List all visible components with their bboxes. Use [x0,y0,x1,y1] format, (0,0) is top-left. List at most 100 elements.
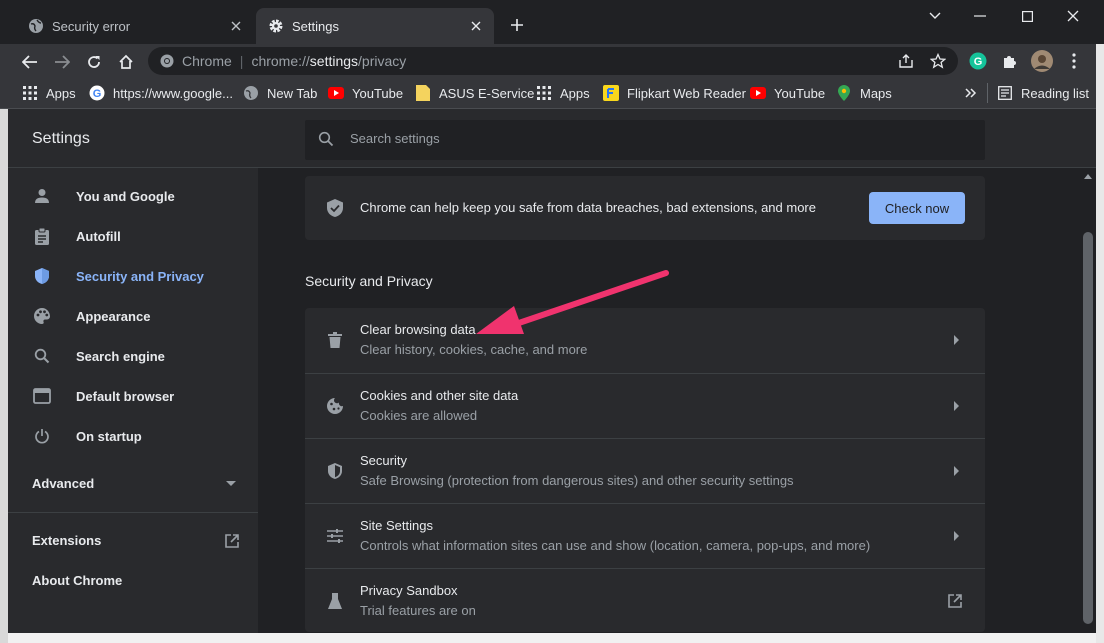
row-title: Security [360,453,407,468]
bookmark-new-tab[interactable]: New Tab [243,84,317,102]
annotation-arrow [470,268,670,340]
check-now-button[interactable]: Check now [869,192,965,224]
bookmark-label: Apps [560,85,590,101]
bookmark-asus[interactable]: ASUS E-Service [415,84,534,102]
row-title: Site Settings [360,518,433,533]
sidebar-advanced[interactable]: Advanced [32,476,94,491]
tab-title: Settings [292,18,339,34]
bookmarks-overflow-icon[interactable] [964,86,978,100]
sidebar-item-search-engine[interactable]: Search engine [32,346,165,366]
minimize-button[interactable] [970,8,990,24]
reading-list-button[interactable]: Reading list [997,84,1089,102]
youtube-icon [328,85,344,101]
sidebar-item-you-and-google[interactable]: You and Google [32,186,175,206]
sidebar-item-autofill[interactable]: Autofill [32,226,121,246]
sidebar-item-security-and-privacy[interactable]: Security and Privacy [32,266,204,286]
bookmark-youtube-2[interactable]: YouTube [750,84,825,102]
bookmark-google[interactable]: G https://www.google... [89,84,233,102]
maximize-button[interactable] [1017,8,1037,24]
sidebar-item-default-browser[interactable]: Default browser [32,386,174,406]
avatar[interactable] [1031,50,1053,72]
sidebar-divider [8,512,258,513]
power-icon [32,426,52,446]
sidebar-item-label: Autofill [76,228,121,244]
external-link-icon[interactable] [224,533,240,549]
forward-button[interactable] [51,52,73,72]
url-text[interactable]: Chrome | chrome://settings/privacy [182,53,406,69]
row-subtitle: Trial features are on [360,603,476,618]
bookmark-star-icon[interactable] [930,53,946,69]
bookmark-apps-2[interactable]: Apps [536,84,590,102]
site-settings-row[interactable]: Site Settings Controls what information … [305,503,985,568]
chrome-logo-icon [160,54,174,68]
section-title: Security and Privacy [305,273,433,289]
tab-search-chevron-icon[interactable] [925,8,945,24]
sidebar-item-about-chrome[interactable]: About Chrome [32,573,122,588]
row-subtitle: Clear history, cookies, cache, and more [360,342,588,357]
kebab-menu-icon[interactable] [1069,52,1079,70]
apps-grid-icon [536,85,552,101]
gear-icon [268,18,284,34]
shield-icon [325,461,345,481]
palette-icon [32,306,52,326]
bookmark-label: https://www.google... [113,85,233,101]
security-row[interactable]: Security Safe Browsing (protection from … [305,438,985,503]
share-icon[interactable] [898,53,914,69]
sidebar-item-label: You and Google [76,188,175,204]
home-button[interactable] [115,52,137,72]
cookie-icon [325,396,345,416]
scroll-up-icon[interactable] [1084,173,1092,179]
sidebar-item-appearance[interactable]: Appearance [32,306,150,326]
page-title: Settings [32,130,90,147]
apps-grid-icon [22,85,38,101]
search-icon [32,346,52,366]
reading-list-label: Reading list [1021,85,1089,101]
svg-text:G: G [93,88,102,100]
sliders-icon [325,526,345,546]
reload-button[interactable] [83,52,105,72]
site-label: Chrome [182,53,232,69]
maps-pin-icon [836,85,852,101]
back-button[interactable] [19,52,41,72]
close-icon[interactable] [228,18,244,34]
grammarly-extension-icon[interactable]: G [969,52,987,70]
bookmark-flipkart[interactable]: Flipkart Web Reader [603,84,746,102]
chevron-down-icon[interactable] [226,481,236,487]
tab-title: Security error [52,18,131,34]
tab-security-error[interactable]: Security error [16,8,254,44]
row-subtitle: Cookies are allowed [360,408,478,423]
sidebar-item-on-startup[interactable]: On startup [32,426,142,446]
url-path: /privacy [358,53,407,69]
sidebar-item-extensions[interactable]: Extensions [32,533,101,548]
flipkart-icon [603,85,619,101]
trash-icon [325,330,345,350]
sidebar-item-label: On startup [76,428,142,444]
bookmark-youtube[interactable]: YouTube [328,84,403,102]
close-icon[interactable] [468,18,484,34]
bookmark-label: New Tab [267,85,318,101]
bookmarks-divider [987,83,988,103]
privacy-sandbox-row[interactable]: Privacy Sandbox Trial features are on [305,568,985,633]
arrow-right-icon [951,400,963,412]
bookmark-label: Apps [46,85,76,101]
row-title: Cookies and other site data [360,388,519,403]
google-icon: G [89,85,105,101]
bookmark-maps[interactable]: Maps [836,84,892,102]
shield-check-icon [326,198,344,218]
arrow-right-icon [951,334,963,346]
bookmark-label: Flipkart Web Reader [627,85,746,101]
tab-settings[interactable]: Settings [256,8,494,44]
sidebar-item-label: Search engine [76,348,165,364]
external-link-icon [947,593,963,609]
sidebar-item-label: Security and Privacy [76,268,204,284]
url-host: settings [309,53,359,69]
close-window-button[interactable] [1063,8,1083,24]
cookies-row[interactable]: Cookies and other site data Cookies are … [305,373,985,438]
puzzle-icon[interactable] [1001,53,1017,69]
youtube-icon [750,85,766,101]
bookmark-label: YouTube [352,85,404,101]
new-tab-button[interactable] [508,16,526,34]
bookmark-label: YouTube [774,85,826,101]
bookmark-apps[interactable]: Apps [22,84,76,102]
scrollbar-thumb[interactable] [1083,232,1093,624]
